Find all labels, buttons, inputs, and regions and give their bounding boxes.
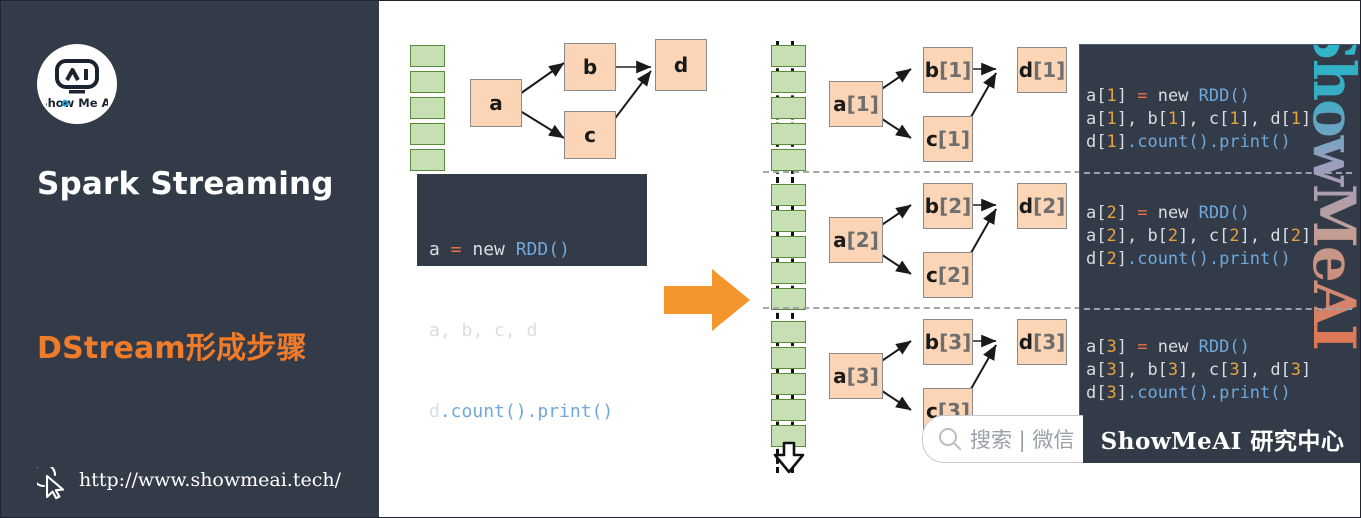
node-label: b [924, 58, 940, 82]
node-label: b [924, 330, 940, 354]
node-label: a [833, 228, 847, 252]
stream-block [771, 97, 806, 119]
stream-block [771, 399, 806, 421]
search-label: 搜索 | 微信 [970, 428, 1075, 452]
code-separator [1084, 308, 1352, 310]
node-label: d [673, 53, 689, 77]
code-line-1: a = new RDD() [429, 239, 570, 260]
cover-panel: Show Me AI Spark Streaming DStream形成步骤 h… [1, 1, 379, 517]
stream-block [771, 373, 806, 395]
page-title: Spark Streaming [37, 166, 334, 202]
brand-badge: ShowMeAI 研究中心 [1083, 415, 1360, 463]
node-label: b [924, 194, 940, 218]
rdd-node-c2[interactable]: c [2] [923, 252, 973, 298]
showmeai-watermark: ShowMeAI [1299, 45, 1360, 349]
stream-block [771, 210, 806, 232]
node-index: [1] [939, 58, 972, 82]
rdd-node-a[interactable]: a [470, 79, 522, 127]
node-index: [2] [937, 263, 971, 287]
group3-code-line-1: a[3] = new RDD() [1086, 337, 1250, 357]
node-index: [1] [846, 92, 879, 116]
brand-label: ShowMeAI 研究中心 [1100, 428, 1345, 455]
stream-block [771, 71, 806, 93]
node-label: a [833, 364, 847, 388]
code-separator [1084, 172, 1352, 174]
svg-text:Show Me AI: Show Me AI [46, 96, 108, 110]
code-line-3: d.count().print() [429, 401, 614, 422]
stream-block [771, 45, 806, 67]
group2-code-line-2: a[2], b[2], c[2], d[2] [1086, 226, 1312, 246]
rdd-node-a3[interactable]: a [3] [829, 353, 883, 399]
node-label: c [584, 123, 596, 147]
node-index: [3] [1033, 330, 1066, 354]
node-label: b [582, 55, 598, 79]
node-label: d [1018, 194, 1034, 218]
rdd-node-c1[interactable]: c [1] [923, 116, 973, 162]
group3-code-line-3: d[3].count().print() [1086, 383, 1291, 403]
cursor-pointer-icon [37, 467, 65, 500]
rdd-node-d1[interactable]: d [1] [1017, 47, 1067, 93]
node-label: c [925, 263, 938, 287]
rdd-node-d3[interactable]: d [3] [1017, 319, 1067, 365]
node-label: d [1018, 58, 1034, 82]
stream-block [771, 262, 806, 284]
node-index: [2] [939, 194, 972, 218]
down-arrow-icon [773, 441, 805, 474]
site-url[interactable]: http://www.showmeai.tech/ [79, 469, 341, 491]
stream-block [771, 321, 806, 343]
node-label: a [489, 91, 503, 115]
right-code-panel: ShowMeAI a[1] = new RDD() a[1], b[1], c[… [1079, 44, 1360, 419]
group1-code-line-3: d[1].count().print() [1086, 132, 1291, 152]
group3-code-line-2: a[3], b[3], c[3], d[3] [1086, 360, 1312, 380]
stream-block [771, 184, 806, 206]
search-icon [939, 428, 961, 450]
rdd-node-b[interactable]: b [564, 43, 616, 91]
right-arrow-icon [664, 269, 750, 331]
rdd-node-b3[interactable]: b [3] [923, 319, 973, 365]
node-label: c [925, 127, 938, 151]
rdd-node-c[interactable]: c [564, 111, 616, 159]
node-index: [1] [1033, 58, 1066, 82]
watermark-text: ShowMeAI [1300, 45, 1360, 349]
node-index: [2] [846, 228, 879, 252]
node-index: [3] [846, 364, 879, 388]
node-index: [2] [1033, 194, 1066, 218]
code-line-2: a, b, c, d [429, 320, 538, 341]
node-label: d [1018, 330, 1034, 354]
rdd-node-a1[interactable]: a [1] [829, 81, 883, 127]
left-code-block: a = new RDD() a, b, c, d d.count().print… [417, 174, 647, 422]
group2-code-line-3: d[2].count().print() [1086, 249, 1291, 269]
rdd-node-b1[interactable]: b [1] [923, 47, 973, 93]
show-me-ai-logo: Show Me AI [37, 44, 117, 124]
node-index: [3] [939, 330, 972, 354]
rdd-node-a2[interactable]: a [2] [829, 217, 883, 263]
node-index: [1] [937, 127, 971, 151]
group2-code-line-1: a[2] = new RDD() [1086, 203, 1250, 223]
rdd-node-b2[interactable]: b [2] [923, 183, 973, 229]
node-label: a [833, 92, 847, 116]
stream-block [771, 149, 806, 171]
stream-block [771, 236, 806, 258]
slide-root: Show Me AI Spark Streaming DStream形成步骤 h… [0, 0, 1361, 518]
stream-block [771, 347, 806, 369]
group1-code-line-2: a[1], b[1], c[1], d[1] [1086, 109, 1312, 129]
rdd-node-d[interactable]: d [655, 39, 707, 91]
page-subtitle: DStream形成步骤 [37, 331, 307, 366]
group1-code-line-1: a[1] = new RDD() [1086, 86, 1250, 106]
rdd-node-d2[interactable]: d [2] [1017, 183, 1067, 229]
stream-block [771, 123, 806, 145]
